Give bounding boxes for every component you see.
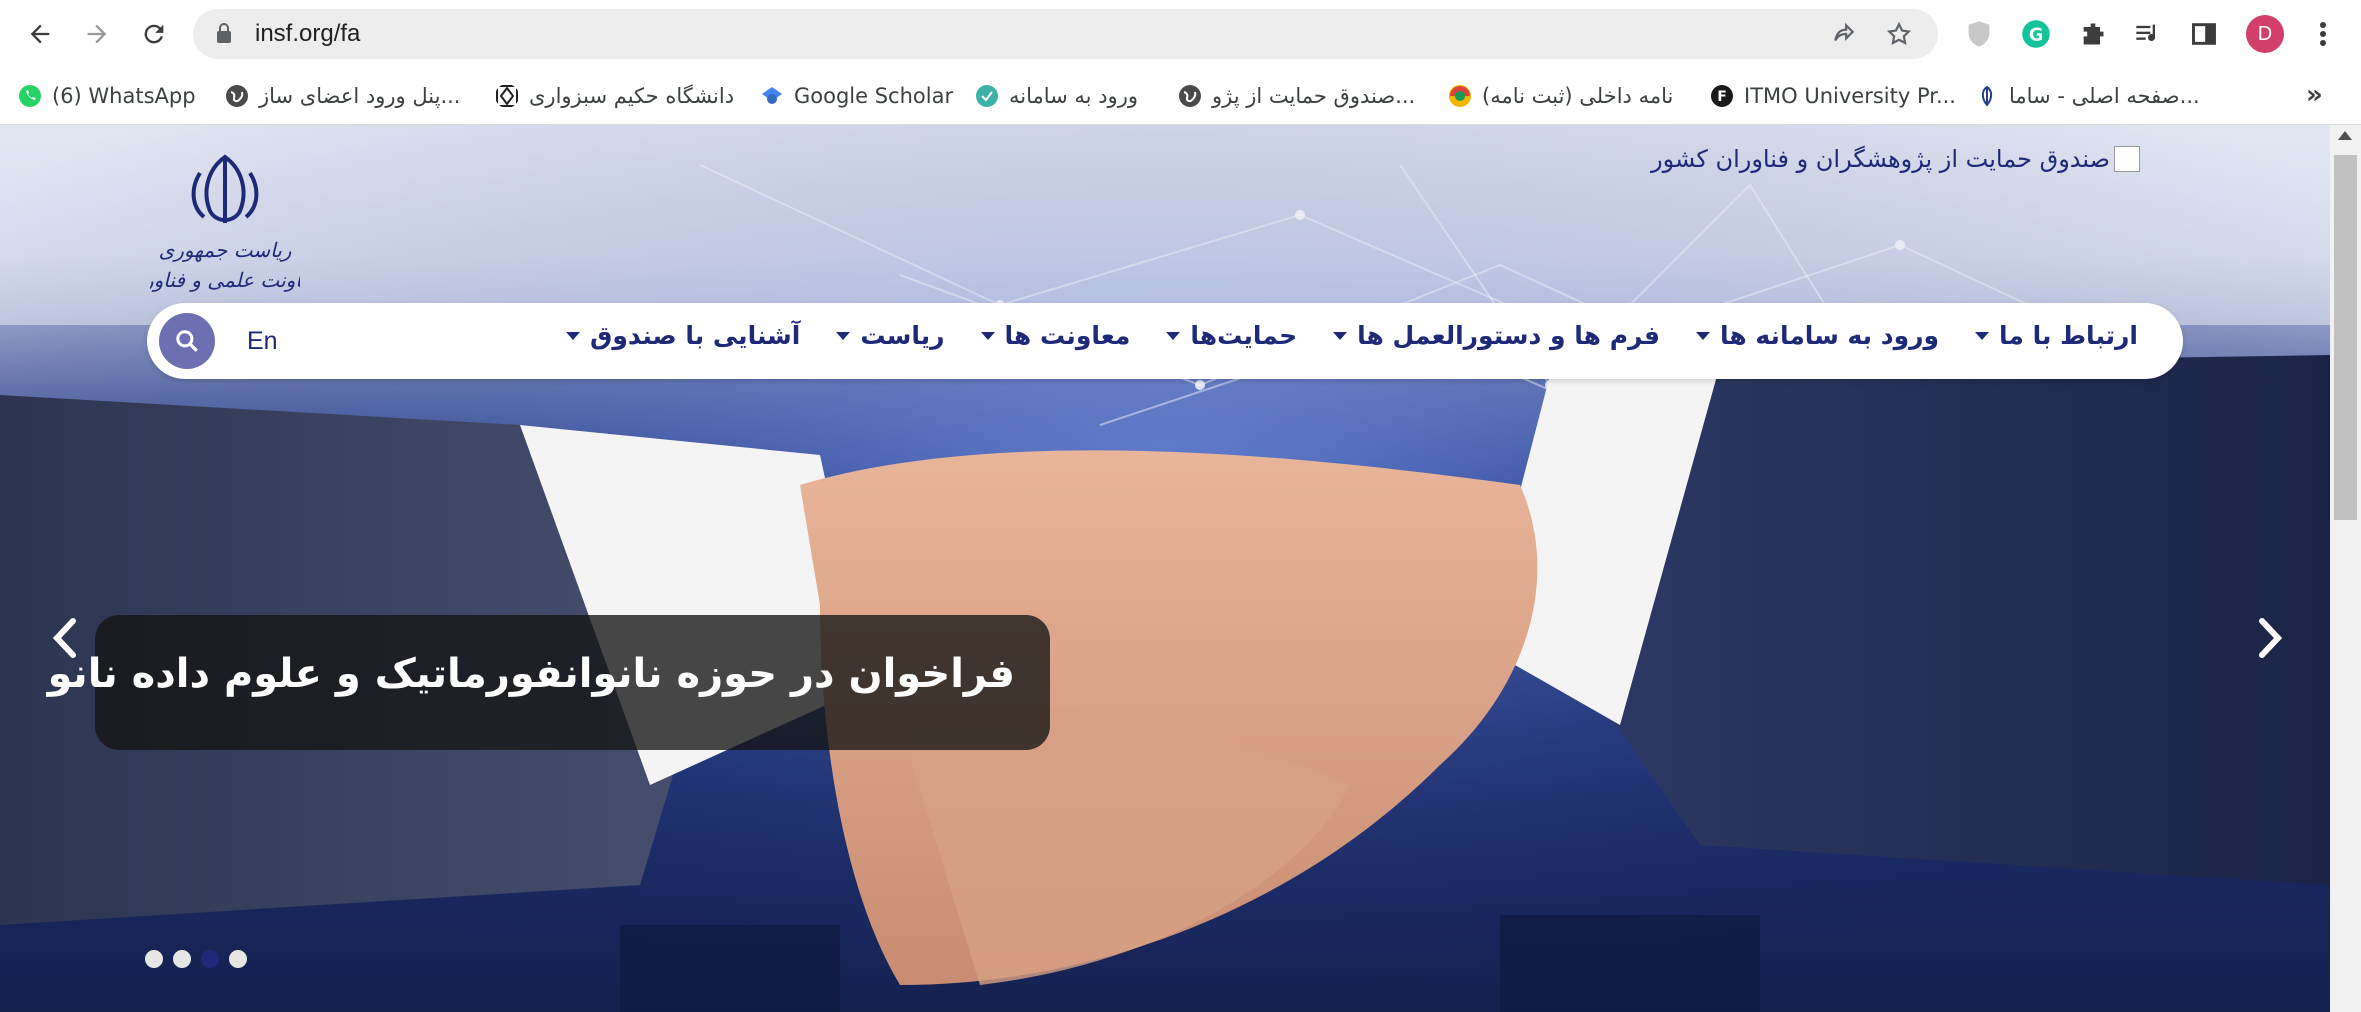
slider-dot[interactable] (145, 950, 163, 968)
svg-text:G: G (2029, 25, 2043, 45)
bookmark-itmo[interactable]: F ITMO University Pr... (1710, 80, 1956, 112)
slide-caption-box[interactable]: فراخوان در حوزه نانوانفورماتیک و علوم دا… (48, 615, 1050, 750)
bookmark-star-icon[interactable] (1886, 21, 1912, 47)
caret-down-icon (1166, 331, 1181, 340)
language-switch-en[interactable]: En (247, 327, 278, 356)
emblem-line1: ریاست جمهوری (159, 238, 292, 262)
address-bar[interactable]: insf.org/fa (193, 9, 1938, 59)
whatsapp-icon (19, 85, 41, 107)
slider-dot[interactable] (173, 950, 191, 968)
scrollbar-thumb[interactable] (2334, 155, 2357, 520)
browser-toolbar: insf.org/fa G D (0, 0, 2361, 68)
url-text: insf.org/fa (255, 20, 361, 47)
slider-dots (145, 950, 247, 968)
bookmarks-overflow-chevron-icon[interactable]: » (2306, 80, 2323, 110)
hero-slide-image (0, 125, 2330, 1012)
caret-down-icon (836, 331, 851, 340)
slide-caption-text: فراخوان در حوزه نانوانفورماتیک و علوم دا… (47, 651, 1015, 697)
bookmark-label: نامه داخلی (ثبت نامه) (1482, 84, 1674, 108)
scroll-up-arrow-icon[interactable] (2338, 131, 2352, 140)
bookmark-hakim-sabzevari[interactable]: دانشگاه حکیم سبزواری (495, 80, 734, 112)
menu-about-fund[interactable]: آشنایی با صندوق (566, 321, 800, 350)
bookmark-insf[interactable]: صندوق حمایت از پژو... (1178, 80, 1415, 112)
caret-down-icon (1975, 331, 1990, 340)
menu-supports[interactable]: حمایت‌ها (1166, 321, 1297, 350)
menu-label: آشنایی با صندوق (590, 321, 801, 350)
caret-down-icon (566, 331, 581, 340)
bookmarks-bar: (6) WhatsApp پنل ورود اعضای ساز... دانشگ… (0, 68, 2361, 125)
bookmark-label: صندوق حمایت از پژو... (1212, 84, 1416, 108)
bookmark-label: صفحه اصلی - ساما... (2009, 84, 2200, 108)
slider-next-chevron-icon[interactable] (2250, 613, 2290, 663)
grammarly-icon[interactable]: G (2018, 16, 2054, 52)
share-icon[interactable] (1831, 21, 1857, 47)
main-navbar: En آشنایی با صندوق ریاست معاونت ها حمایت… (147, 303, 2183, 379)
bookmark-internal-letter[interactable]: نامه داخلی (ثبت نامه) (1448, 80, 1673, 112)
university-icon (496, 85, 518, 107)
menu-label: معاونت ها (1004, 321, 1131, 350)
shield-extension-icon[interactable] (1961, 16, 1997, 52)
extensions-puzzle-icon[interactable] (2075, 16, 2111, 52)
lock-icon (217, 23, 231, 43)
broken-image-icon (2114, 146, 2140, 172)
site-logo-alt-text: صندوق حمایت از پژوهشگران و فناوران کشور (1650, 145, 2110, 173)
search-icon (176, 330, 198, 352)
forward-arrow-icon (87, 24, 107, 44)
browser-menu-icon[interactable] (2305, 16, 2341, 52)
globe-icon (1179, 85, 1201, 107)
letter-icon (1449, 85, 1471, 107)
menu-label: حمایت‌ها (1190, 321, 1298, 350)
bookmark-label: ورود به سامانه (1009, 84, 1138, 108)
bookmark-whatsapp[interactable]: (6) WhatsApp (18, 80, 196, 112)
bookmark-system-login[interactable]: ورود به سامانه (975, 80, 1138, 112)
caret-down-icon (980, 331, 995, 340)
bookmark-label: Google Scholar (794, 84, 954, 108)
side-panel-icon[interactable] (2186, 16, 2222, 52)
bookmark-label: (6) WhatsApp (52, 84, 196, 108)
bookmark-panel-login[interactable]: پنل ورود اعضای ساز... (225, 80, 460, 112)
search-button[interactable] (159, 313, 215, 369)
slider-dot-active[interactable] (201, 950, 219, 968)
bookmark-label: پنل ورود اعضای ساز... (259, 84, 461, 108)
bookmark-label: دانشگاه حکیم سبزواری (529, 84, 735, 108)
reload-icon (144, 24, 164, 44)
itmo-icon: F (1711, 85, 1733, 107)
scholar-icon (762, 87, 782, 104)
profile-avatar[interactable]: D (2246, 15, 2284, 53)
menu-label: ریاست (860, 321, 945, 350)
globe-icon (226, 85, 248, 107)
menu-forms-instructions[interactable]: فرم ها و دستورالعمل ها (1333, 321, 1660, 350)
emblem-line2: معاونت علمی و فناوری (150, 268, 300, 292)
menu-label: ارتباط با ما (1999, 321, 2138, 350)
slider-dot[interactable] (229, 950, 247, 968)
reload-button[interactable] (132, 12, 176, 56)
caret-down-icon (1333, 331, 1348, 340)
site-logo[interactable]: صندوق حمایت از پژوهشگران و فناوران کشور (1651, 145, 2140, 173)
page-scrollbar[interactable] (2330, 125, 2361, 1012)
bookmark-label: ITMO University Pr... (1744, 84, 1956, 108)
back-button[interactable] (18, 12, 62, 56)
page-viewport: صندوق حمایت از پژوهشگران و فناوران کشور … (0, 125, 2330, 1012)
media-queue-icon[interactable] (2130, 16, 2166, 52)
menu-presidency[interactable]: ریاست (836, 321, 945, 350)
back-arrow-icon (30, 24, 50, 44)
forward-button[interactable] (75, 12, 119, 56)
menu-contact-us[interactable]: ارتباط با ما (1975, 321, 2138, 350)
caret-down-icon (1695, 331, 1710, 340)
iran-emblem-icon (1981, 85, 1993, 107)
menu-deputies[interactable]: معاونت ها (980, 321, 1131, 350)
svg-text:F: F (1717, 89, 1727, 105)
system-icon (976, 85, 998, 107)
main-menu: آشنایی با صندوق ریاست معاونت ها حمایت‌ها… (566, 321, 2138, 350)
menu-label: ورود به سامانه ها (1719, 321, 1940, 350)
menu-system-login[interactable]: ورود به سامانه ها (1695, 321, 1940, 350)
presidency-emblem-logo[interactable]: ریاست جمهوری معاونت علمی و فناوری (150, 149, 300, 299)
bookmark-main-page[interactable]: صفحه اصلی - ساما... (1975, 80, 2200, 112)
menu-label: فرم ها و دستورالعمل ها (1357, 321, 1660, 350)
bookmark-google-scholar[interactable]: Google Scholar (760, 80, 953, 112)
